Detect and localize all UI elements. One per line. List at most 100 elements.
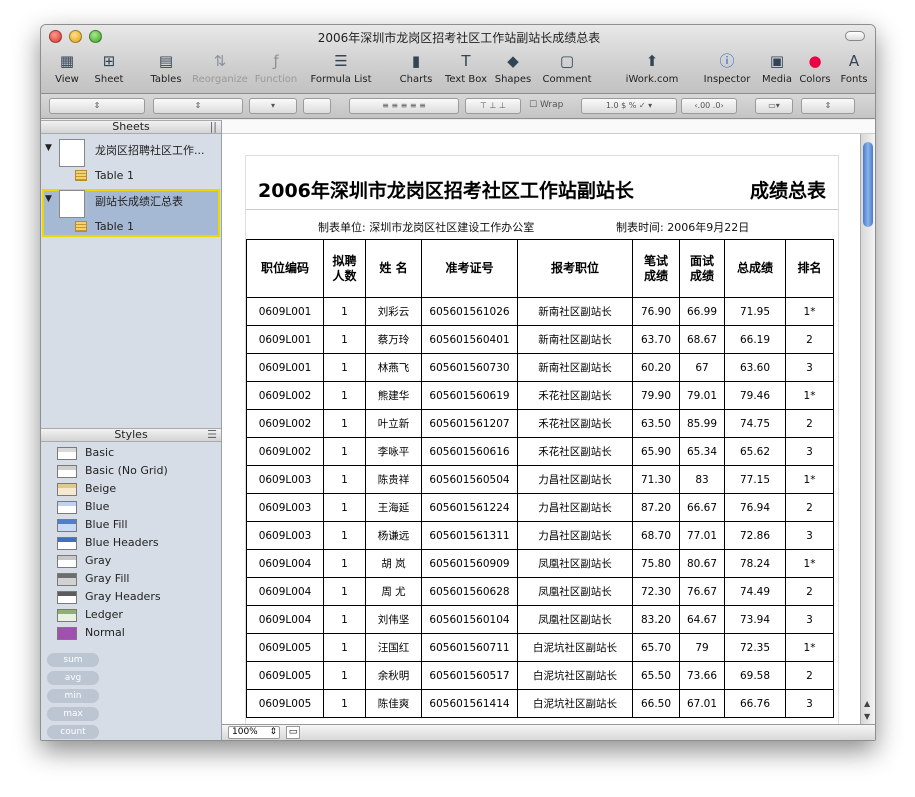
sheet-table-item[interactable]: Table 1: [41, 166, 222, 186]
column-header[interactable]: 拟聘 人数: [323, 239, 366, 298]
toolbar-text-box-button[interactable]: T Text Box: [441, 49, 491, 91]
table-cell[interactable]: 605601560104: [421, 605, 518, 634]
table-cell[interactable]: 白泥坑社区副站长: [517, 689, 633, 718]
table-cell[interactable]: 2: [785, 409, 834, 438]
text-color-well[interactable]: [303, 98, 331, 114]
table-cell[interactable]: 605601561224: [421, 493, 518, 522]
table-cell[interactable]: 2: [785, 493, 834, 522]
disclosure-triangle-icon[interactable]: ▼: [45, 143, 52, 153]
table-cell[interactable]: 3: [785, 605, 834, 634]
table-cell[interactable]: 1: [323, 689, 366, 718]
table-cell[interactable]: 白泥坑社区副站长: [517, 633, 633, 662]
toolbar-comment-button[interactable]: ▢ Comment: [537, 49, 597, 91]
document-title[interactable]: 2006年深圳市龙岗区招考社区工作站副站长: [258, 176, 634, 203]
zoom-popup[interactable]: 100% ⇕: [228, 726, 280, 739]
document-title-right[interactable]: 成绩总表: [750, 176, 826, 203]
table-cell[interactable]: 75.80: [632, 549, 680, 578]
table-cell[interactable]: 0609L001: [246, 297, 324, 326]
font-size-popup[interactable]: ▾: [249, 98, 297, 114]
splitter-icon[interactable]: ||: [210, 121, 217, 133]
table-cell[interactable]: 力昌社区副站长: [517, 465, 633, 494]
table-cell[interactable]: 1: [323, 493, 366, 522]
table-cell[interactable]: 73.94: [724, 605, 786, 634]
table-cell[interactable]: 66.50: [632, 689, 680, 718]
table-cell[interactable]: 76.94: [724, 493, 786, 522]
table-cell[interactable]: 63.60: [724, 353, 786, 382]
table-cell[interactable]: 2: [785, 661, 834, 690]
table-cell[interactable]: 76.67: [679, 577, 725, 606]
table-cell[interactable]: 余秋明: [365, 661, 422, 690]
table-cell[interactable]: 0609L005: [246, 633, 324, 662]
table-cell[interactable]: 0609L004: [246, 577, 324, 606]
table-cell[interactable]: 刘伟坚: [365, 605, 422, 634]
vertical-scrollbar[interactable]: ▲ ▼: [860, 134, 875, 724]
toolbar-formula-list-button[interactable]: ☰ Formula List: [307, 49, 375, 91]
table-cell[interactable]: 68.67: [679, 325, 725, 354]
table-cell[interactable]: 65.34: [679, 437, 725, 466]
table-cell[interactable]: 605601560517: [421, 661, 518, 690]
table-cell[interactable]: 李咏平: [365, 437, 422, 466]
vertical-alignment-buttons[interactable]: ⊤ ⊥ ⊥: [465, 98, 521, 114]
table-cell[interactable]: 0609L003: [246, 493, 324, 522]
table-cell[interactable]: 67.01: [679, 689, 725, 718]
table-cell[interactable]: 1: [323, 577, 366, 606]
wrap-checkbox[interactable]: ☐ Wrap: [529, 100, 563, 110]
table-cell[interactable]: 63.70: [632, 325, 680, 354]
table-cell[interactable]: 79.46: [724, 381, 786, 410]
table-cell[interactable]: 0609L005: [246, 689, 324, 718]
table-cell[interactable]: 73.66: [679, 661, 725, 690]
table-cell[interactable]: 胡 岚: [365, 549, 422, 578]
toolbar-view-button[interactable]: ▦ View: [47, 49, 87, 91]
table-cell[interactable]: 1*: [785, 549, 834, 578]
toolbar-function-button[interactable]: ƒ Function: [251, 49, 301, 91]
table-cell[interactable]: 74.75: [724, 409, 786, 438]
column-header[interactable]: 报考职位: [517, 239, 633, 298]
table-cell[interactable]: 1*: [785, 633, 834, 662]
table-cell[interactable]: 1: [323, 409, 366, 438]
stroke-popup[interactable]: ⇕: [801, 98, 855, 114]
quick-function-sum[interactable]: sum: [47, 653, 99, 667]
table-cell[interactable]: 67: [679, 353, 725, 382]
table-cell[interactable]: 蔡万玲: [365, 325, 422, 354]
table-cell[interactable]: 0609L003: [246, 465, 324, 494]
table-cell[interactable]: 0609L004: [246, 605, 324, 634]
document-unit[interactable]: 制表单位: 深圳市龙岗区社区建设工作办公室: [318, 219, 534, 235]
styles-menu-icon[interactable]: ☰: [207, 429, 217, 441]
table-cell[interactable]: 65.70: [632, 633, 680, 662]
table-cell[interactable]: 禾花社区副站长: [517, 437, 633, 466]
table-cell[interactable]: 87.20: [632, 493, 680, 522]
quick-function-count[interactable]: count: [47, 725, 99, 739]
table-cell[interactable]: 1*: [785, 381, 834, 410]
table-cell[interactable]: 杨谦远: [365, 521, 422, 550]
toolbar-iwork-button[interactable]: ⬆ iWork.com: [617, 49, 687, 91]
table-cell[interactable]: 3: [785, 437, 834, 466]
table-cell[interactable]: 1*: [785, 465, 834, 494]
toolbar-colors-button[interactable]: ● Colors: [797, 49, 833, 91]
table-cell[interactable]: 71.30: [632, 465, 680, 494]
toolbar-tables-button[interactable]: ▤ Tables: [145, 49, 187, 91]
table-cell[interactable]: 72.30: [632, 577, 680, 606]
table-cell[interactable]: 叶立新: [365, 409, 422, 438]
table-cell[interactable]: 605601561026: [421, 297, 518, 326]
table-cell[interactable]: 0609L001: [246, 325, 324, 354]
table-cell[interactable]: 65.50: [632, 661, 680, 690]
column-header[interactable]: 姓 名: [365, 239, 422, 298]
table-cell[interactable]: 1*: [785, 297, 834, 326]
table-cell[interactable]: 1: [323, 297, 366, 326]
table-cell[interactable]: 0609L002: [246, 409, 324, 438]
table-cell[interactable]: 63.50: [632, 409, 680, 438]
table-cell[interactable]: 60.20: [632, 353, 680, 382]
table-cell[interactable]: 66.76: [724, 689, 786, 718]
toolbar-toggle-button[interactable]: [845, 31, 865, 41]
table-cell[interactable]: 69.58: [724, 661, 786, 690]
table-cell[interactable]: 1: [323, 633, 366, 662]
table-cell[interactable]: 605601560504: [421, 465, 518, 494]
table-cell[interactable]: 605601561311: [421, 521, 518, 550]
table-cell[interactable]: 1: [323, 353, 366, 382]
table-cell[interactable]: 2: [785, 577, 834, 606]
scroll-up-arrow-icon[interactable]: ▲: [864, 699, 870, 708]
column-header[interactable]: 排名: [785, 239, 834, 298]
table-cell[interactable]: 0609L001: [246, 353, 324, 382]
sheet-item[interactable]: ▼ 龙岗区招聘社区工作...: [41, 137, 222, 167]
table-cell[interactable]: 新南社区副站长: [517, 353, 633, 382]
